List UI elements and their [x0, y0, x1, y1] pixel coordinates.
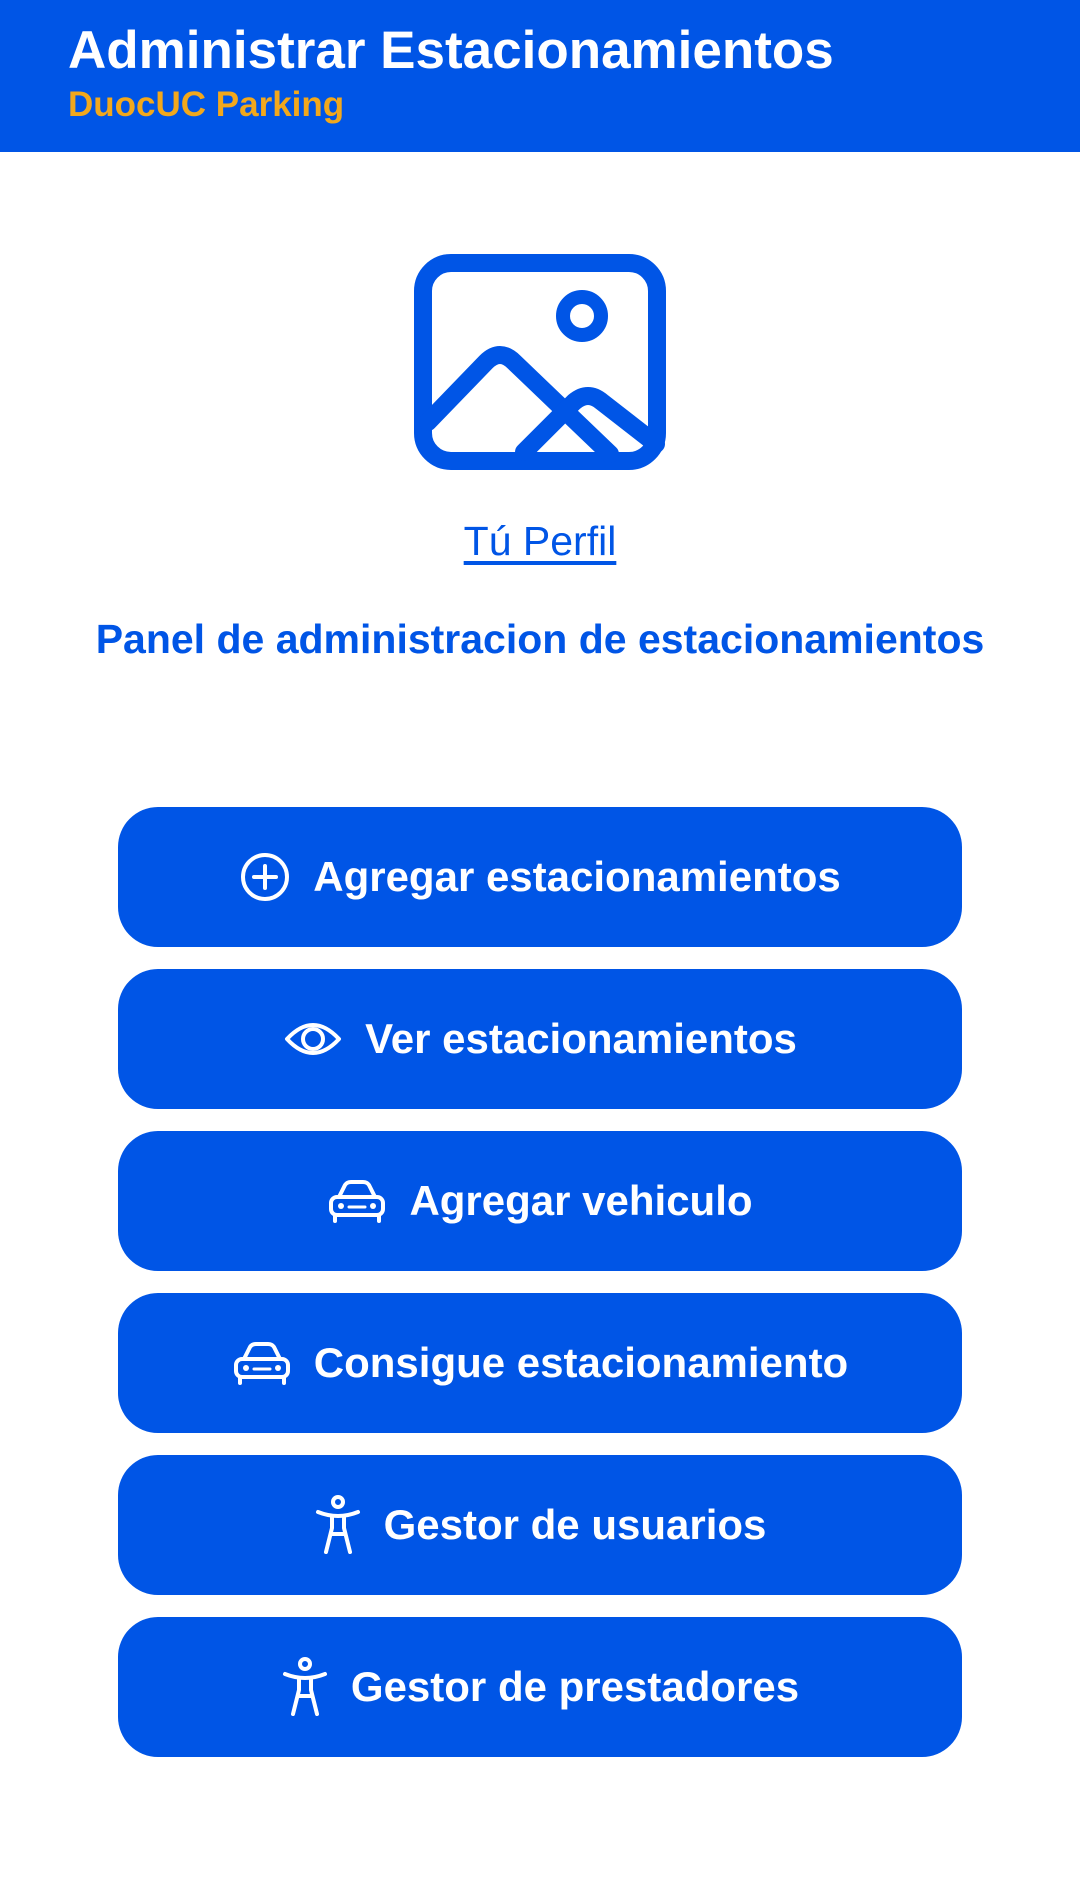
- page-title: Administrar Estacionamientos: [68, 21, 834, 80]
- user-manager-label: Gestor de usuarios: [383, 1501, 767, 1548]
- app-subtitle: DuocUC Parking: [68, 85, 345, 124]
- accessibility-icon: [314, 1494, 362, 1556]
- get-parking-label: Consigue estacionamiento: [313, 1339, 849, 1386]
- panel-title: Panel de administracion de estacionamien…: [95, 616, 985, 662]
- profile-link[interactable]: Tú Perfil: [0, 516, 1080, 566]
- add-circle-icon: [239, 851, 291, 903]
- provider-manager-button[interactable]: Gestor de prestadores: [118, 1617, 962, 1757]
- add-vehicle-button[interactable]: Agregar vehiculo: [118, 1131, 962, 1271]
- add-parking-button[interactable]: Agregar estacionamientos: [118, 807, 962, 947]
- eye-icon: [283, 1017, 343, 1061]
- get-parking-button[interactable]: Consigue estacionamiento: [118, 1293, 962, 1433]
- add-vehicle-label: Agregar vehiculo: [409, 1177, 753, 1224]
- image-placeholder-icon[interactable]: [414, 254, 666, 470]
- accessibility-icon: [281, 1656, 329, 1718]
- view-parking-button[interactable]: Ver estacionamientos: [118, 969, 962, 1109]
- car-icon: [232, 1341, 292, 1385]
- provider-manager-label: Gestor de prestadores: [350, 1663, 800, 1710]
- admin-menu: Agregar estacionamientos Ver estacionami…: [118, 807, 962, 1779]
- car-icon: [327, 1179, 387, 1223]
- user-manager-button[interactable]: Gestor de usuarios: [118, 1455, 962, 1595]
- view-parking-label: Ver estacionamientos: [365, 1015, 797, 1062]
- add-parking-label: Agregar estacionamientos: [313, 853, 841, 900]
- app-header: Administrar Estacionamientos DuocUC Park…: [0, 0, 1080, 152]
